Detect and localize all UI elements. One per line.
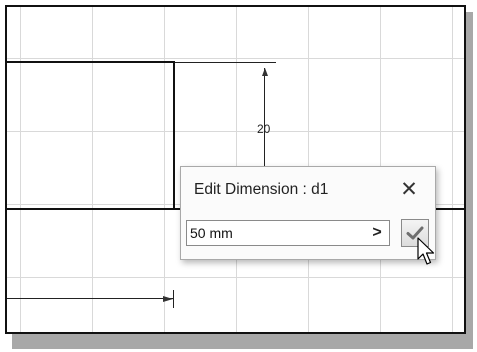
edit-dimension-dialog: Edit Dimension : d1 ✕ 50 mm > xyxy=(180,166,436,260)
extension-line-top xyxy=(175,62,276,63)
dimension-value-input[interactable]: 50 mm > xyxy=(186,220,390,246)
close-icon[interactable]: ✕ xyxy=(396,176,422,202)
mouse-pointer-icon xyxy=(417,237,435,265)
dimension-arrow-right-icon xyxy=(163,296,173,302)
extension-line-lower xyxy=(173,290,174,308)
dimension-line-horizontal xyxy=(7,298,173,299)
sketch-line-vertical[interactable] xyxy=(173,61,175,210)
dimension-arrow-up-icon xyxy=(262,68,268,76)
dimension-line-vertical xyxy=(264,68,265,174)
sketch-line-top[interactable] xyxy=(7,61,174,63)
dimension-value-text[interactable]: 50 mm xyxy=(190,225,233,241)
dialog-title: Edit Dimension : d1 xyxy=(194,181,329,198)
expand-arrow-icon[interactable]: > xyxy=(369,223,385,243)
dimension-value[interactable]: 20 xyxy=(257,122,270,136)
